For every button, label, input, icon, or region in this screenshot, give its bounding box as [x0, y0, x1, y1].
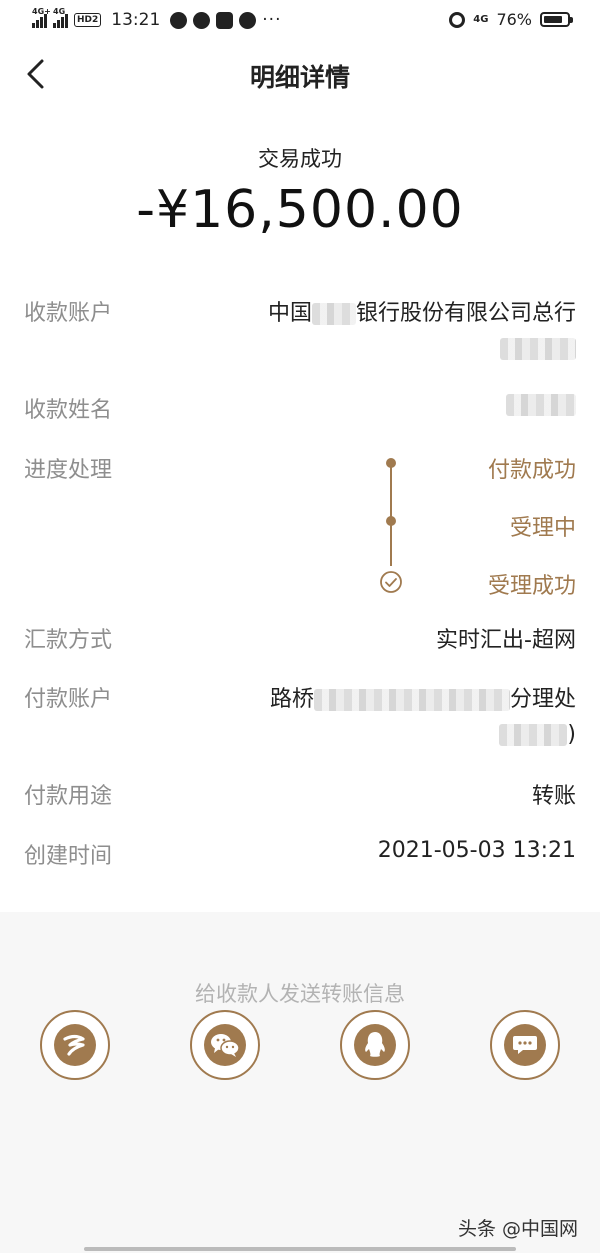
- progress-timeline: 付款成功 受理中 受理成功: [376, 448, 576, 599]
- redacted-text: [500, 338, 576, 360]
- share-section: 给收款人发送转账信息: [0, 912, 600, 1253]
- network-type: 4G: [473, 13, 489, 25]
- redacted-text: [313, 689, 510, 711]
- payer-account-number: ): [499, 722, 576, 747]
- compass-notification-icon: [193, 11, 211, 29]
- progress-step: 受理中: [509, 516, 576, 541]
- hd-voice-badge: HD2: [74, 13, 102, 27]
- payee-bank-name-start: 中国: [267, 301, 312, 326]
- sms-icon: [504, 1024, 546, 1066]
- battery-icon: [540, 12, 573, 27]
- more-notifications-icon: ···: [262, 10, 282, 30]
- redacted-text: [311, 303, 356, 325]
- check-circle-icon: [380, 571, 402, 593]
- payee-name-label: 收款姓名: [24, 398, 113, 423]
- watermark: 头条 @中国网: [457, 1218, 578, 1240]
- home-indicator[interactable]: [84, 1247, 516, 1251]
- redacted-text: [499, 724, 568, 746]
- created-time-value: 2021-05-03 13:21: [377, 838, 576, 863]
- progress-line: [390, 464, 392, 566]
- progress-step: 受理成功: [487, 574, 576, 599]
- share-title: 给收款人发送转账信息: [195, 982, 405, 1006]
- nav-bar: 明细详情: [0, 44, 600, 104]
- payee-name-value: [506, 392, 576, 417]
- created-time-label: 创建时间: [24, 844, 113, 869]
- transaction-amount: -¥16,500.00: [136, 180, 464, 240]
- payer-account-label: 付款账户: [24, 687, 113, 712]
- signal-icon: 4G+: [32, 7, 51, 28]
- payer-account-suffix: ): [567, 722, 576, 747]
- payee-account-number: [500, 336, 576, 361]
- share-qq-button[interactable]: [340, 1010, 410, 1080]
- battery-percent: 76%: [496, 10, 532, 29]
- payee-account-value: 中国 银行股份有限公司总行: [268, 295, 576, 327]
- qq-icon: [354, 1024, 396, 1066]
- payer-branch-end: 分理处: [509, 687, 576, 712]
- share-bank-app-button[interactable]: [40, 1010, 110, 1080]
- purpose-label: 付款用途: [24, 784, 113, 809]
- wechat-icon: [204, 1024, 246, 1066]
- signal-icon-2: 4G: [53, 7, 68, 28]
- payer-branch-start: 路桥: [269, 687, 314, 712]
- progress-step: 付款成功: [487, 458, 576, 483]
- progress-label: 进度处理: [24, 458, 113, 483]
- share-sms-button[interactable]: [490, 1010, 560, 1080]
- alarm-icon: [449, 11, 466, 28]
- payee-bank-name-end: 银行股份有限公司总行: [355, 301, 576, 326]
- alert-notification-icon: [239, 11, 257, 29]
- status-bar: 4G+ 4G HD2 13:21 ··· 4G 76%: [0, 0, 600, 44]
- status-time: 13:21: [111, 10, 161, 30]
- remit-method-value: 实时汇出-超网: [436, 628, 576, 653]
- status-bar-left: 4G+ 4G HD2 13:21 ···: [32, 7, 282, 30]
- payer-account-value: 路桥 分理处: [270, 681, 576, 713]
- share-wechat-button[interactable]: [190, 1010, 260, 1080]
- progress-dot: [386, 516, 396, 526]
- progress-dot: [386, 458, 396, 468]
- purpose-value: 转账: [531, 784, 576, 809]
- status-bar-right: 4G 76%: [449, 10, 573, 29]
- payee-account-label: 收款账户: [24, 301, 113, 326]
- page-title: 明细详情: [249, 63, 350, 92]
- transaction-status: 交易成功: [258, 147, 342, 171]
- mail-notification-icon: [216, 11, 234, 29]
- remit-method-label: 汇款方式: [24, 628, 113, 653]
- bank-app-icon: [54, 1024, 96, 1066]
- redacted-text: [506, 394, 576, 416]
- chat-notification-icon: [170, 11, 188, 29]
